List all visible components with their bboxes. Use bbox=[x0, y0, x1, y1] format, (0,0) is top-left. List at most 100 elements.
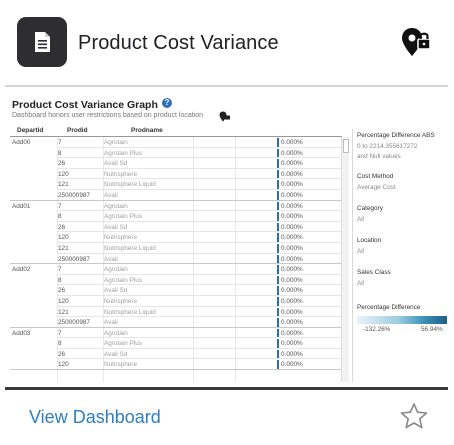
filter-label-cost-method: Cost Method bbox=[357, 173, 394, 180]
cell-prodname: Agrotain Plus bbox=[104, 340, 143, 348]
table-row: 121 Nutrisphere Liquid 0.000% bbox=[5, 307, 345, 318]
cell-pct-difference: 0.000% bbox=[281, 244, 303, 252]
cell-prodid: 250000987 bbox=[58, 255, 90, 263]
table-row: 8 Agrotain Plus 0.000% bbox=[5, 148, 345, 159]
cell-prodid: 250000987 bbox=[58, 191, 90, 199]
cell-pct-difference: 0.000% bbox=[281, 266, 303, 274]
filter-value-pct-abs: 0 to 2214.355617272 bbox=[357, 143, 418, 150]
table-row: 120 Nutrisphere 0.000% bbox=[5, 359, 345, 371]
filter-label-sales-class: Sales Class bbox=[357, 269, 391, 276]
cell-prodname: Agrotain bbox=[104, 329, 128, 337]
cell-pct-difference: 0.000% bbox=[281, 202, 303, 210]
table-row: 8 Agrotain Plus 0.000% bbox=[5, 338, 345, 349]
cell-pct-difference: 0.000% bbox=[281, 170, 303, 178]
map-pin-lock-icon[interactable] bbox=[400, 26, 434, 58]
table-row: 250000987 Avail 0.000% bbox=[5, 254, 345, 265]
cell-prodid: 26 bbox=[58, 287, 66, 295]
table-row: 121 Nutrisphere Liquid 0.000% bbox=[5, 179, 345, 190]
card-header: Product Cost Variance bbox=[0, 0, 454, 87]
cell-pct-difference: 0.000% bbox=[281, 340, 303, 348]
cell-prodid: 26 bbox=[58, 223, 66, 231]
cell-prodid: 120 bbox=[58, 361, 69, 369]
cell-departid: Add02 bbox=[12, 266, 31, 274]
cell-prodid: 7 bbox=[58, 266, 62, 274]
cell-prodid: 26 bbox=[58, 350, 66, 358]
scrollbar-thumb[interactable] bbox=[343, 139, 349, 153]
cell-departid: Add01 bbox=[12, 202, 31, 210]
cell-prodid: 250000987 bbox=[58, 319, 90, 327]
cell-prodname: Avail Sd bbox=[104, 223, 128, 231]
cell-pct-difference: 0.000% bbox=[281, 160, 303, 168]
document-icon bbox=[17, 17, 67, 67]
cell-pct-difference: 0.000% bbox=[281, 308, 303, 316]
view-dashboard-link[interactable]: View Dashboard bbox=[29, 407, 161, 428]
table-row: 250000987 Avail 0.000% bbox=[5, 190, 345, 201]
cell-pct-difference: 0.000% bbox=[281, 276, 303, 284]
cell-pct-difference: 0.000% bbox=[281, 234, 303, 242]
cell-prodid: 8 bbox=[58, 149, 62, 157]
filter-value-cost-method: Average Cost bbox=[357, 184, 396, 191]
cell-prodname: Nutrisphere Liquid bbox=[104, 244, 156, 252]
legend-title-pct-diff: Percentage Difference bbox=[357, 304, 421, 311]
cell-pct-difference: 0.000% bbox=[281, 255, 303, 263]
cell-pct-difference: 0.000% bbox=[281, 287, 303, 295]
filter-value-pct-abs-null: and Null values bbox=[357, 153, 401, 160]
cell-prodname: Avail bbox=[104, 191, 118, 199]
legend-max-value: 56.94% bbox=[421, 326, 443, 333]
info-circle-icon: ? bbox=[162, 98, 172, 108]
cell-pct-difference: 0.000% bbox=[281, 149, 303, 157]
cell-prodid: 120 bbox=[58, 170, 69, 178]
card-title[interactable]: Product Cost Variance bbox=[78, 32, 279, 55]
cell-prodid: 121 bbox=[58, 244, 69, 252]
table-row: Add02 7 Agrotain 0.000% bbox=[5, 264, 345, 275]
cell-prodname: Avail bbox=[104, 319, 118, 327]
filter-label-category: Category bbox=[357, 205, 383, 212]
cell-prodid: 120 bbox=[58, 297, 69, 305]
cell-pct-difference: 0.000% bbox=[281, 191, 303, 199]
cell-prodid: 121 bbox=[58, 181, 69, 189]
thumbnail-subtitle: Dashboard honors user restrictions based… bbox=[12, 112, 204, 119]
legend-min-value: -132.26% bbox=[363, 326, 391, 333]
cell-prodid: 7 bbox=[58, 329, 62, 337]
table-row: 26 Avail Sd 0.000% bbox=[5, 158, 345, 169]
thumbnail-title: Product Cost Variance Graph bbox=[12, 99, 158, 111]
variance-table: Add00 7 Agrotain 0.000% 8 Agrotain Plus 0.000%… bbox=[5, 137, 345, 371]
dashboard-thumbnail[interactable]: Product Cost Variance Graph ? Dashboard … bbox=[5, 88, 448, 388]
cell-prodid: 8 bbox=[58, 340, 62, 348]
filter-panel-divider bbox=[352, 129, 353, 382]
cell-prodname: Agrotain bbox=[104, 266, 128, 274]
cell-prodid: 7 bbox=[58, 202, 62, 210]
map-pin-lock-icon bbox=[219, 109, 231, 122]
table-row: Add01 7 Agrotain 0.000% bbox=[5, 201, 345, 212]
cell-departid: Add03 bbox=[12, 329, 31, 337]
table-scrollbar[interactable] bbox=[341, 137, 349, 382]
cell-pct-difference: 0.000% bbox=[281, 139, 303, 146]
cell-prodid: 120 bbox=[58, 234, 69, 242]
star-outline-icon[interactable] bbox=[399, 402, 429, 430]
cell-prodname: Nutrisphere bbox=[104, 170, 138, 178]
cell-prodid: 121 bbox=[58, 308, 69, 316]
table-row: 120 Nutrisphere 0.000% bbox=[5, 169, 345, 180]
cell-prodname: Avail Sd bbox=[104, 160, 128, 168]
cell-prodname: Agrotain bbox=[104, 139, 128, 146]
table-row: 250000987 Avail 0.000% bbox=[5, 317, 345, 328]
cell-prodid: 8 bbox=[58, 276, 62, 284]
filter-label-location: Location bbox=[357, 237, 382, 244]
cell-prodid: 7 bbox=[58, 139, 62, 146]
filter-value-location: All bbox=[357, 248, 365, 255]
table-row: 121 Nutrisphere Liquid 0.000% bbox=[5, 243, 345, 254]
cell-prodname: Nutrisphere Liquid bbox=[104, 308, 156, 316]
filter-value-sales-class: All bbox=[357, 280, 365, 287]
row-divider bbox=[10, 369, 342, 371]
cell-prodname: Agrotain Plus bbox=[104, 213, 143, 221]
table-row: 120 Nutrisphere 0.000% bbox=[5, 232, 345, 243]
cell-prodname: Nutrisphere bbox=[104, 361, 138, 369]
header-divider bbox=[5, 85, 448, 87]
table-row: 8 Agrotain Plus 0.000% bbox=[5, 275, 345, 286]
cell-prodname: Agrotain Plus bbox=[104, 149, 143, 157]
cell-pct-difference: 0.000% bbox=[281, 213, 303, 221]
filter-label-pct-abs: Percentage Difference ABS bbox=[357, 132, 435, 139]
table-row: 26 Avail Sd 0.000% bbox=[5, 222, 345, 233]
cell-departid: Add00 bbox=[12, 139, 31, 146]
cell-prodid: 26 bbox=[58, 160, 66, 168]
